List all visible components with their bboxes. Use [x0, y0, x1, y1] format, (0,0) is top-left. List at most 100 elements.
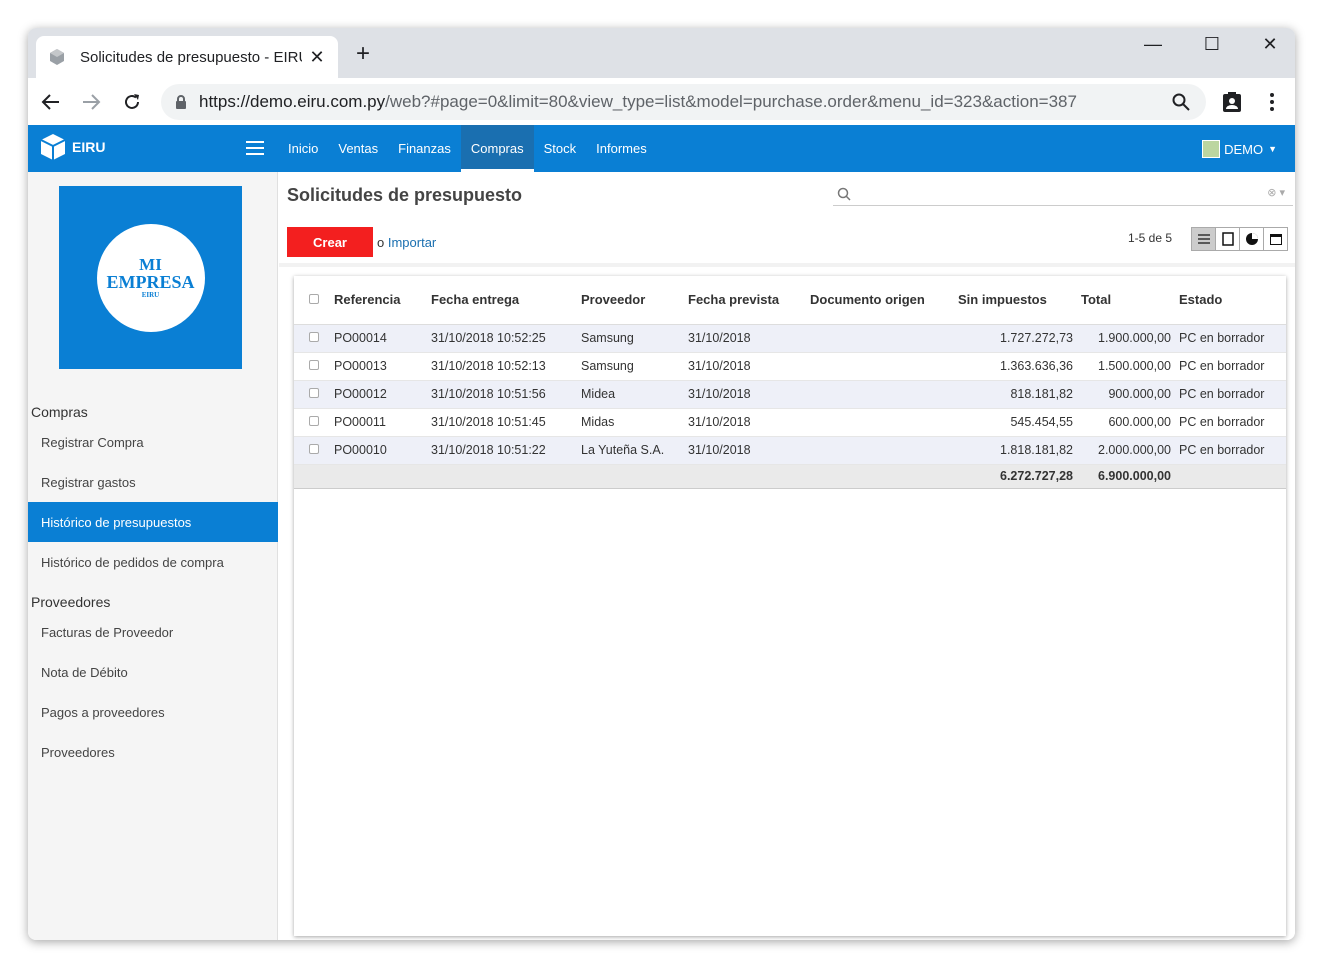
- cell-fecha-prevista: 31/10/2018: [688, 380, 810, 409]
- cell-proveedor: Samsung: [581, 352, 688, 381]
- import-prefix: o: [377, 235, 385, 250]
- hamburger-menu-icon[interactable]: [246, 141, 264, 155]
- cell-estado: PC en borrador: [1179, 380, 1286, 409]
- row-checkbox[interactable]: [294, 408, 334, 437]
- menu-inicio[interactable]: Inicio: [278, 125, 328, 172]
- form-view-icon[interactable]: [1215, 227, 1240, 251]
- row-checkbox[interactable]: [294, 324, 334, 353]
- main-content: Solicitudes de presupuesto ⊗ ▾ Crear o I…: [279, 172, 1295, 940]
- list-view: Referencia Fecha entrega Proveedor Fecha…: [294, 276, 1286, 936]
- list-view-icon[interactable]: [1191, 227, 1216, 251]
- col-documento-origen[interactable]: Documento origen: [810, 276, 958, 325]
- browser-tab[interactable]: Solicitudes de presupuesto - EIRU ✕: [36, 36, 338, 78]
- pager[interactable]: 1-5 de 5: [1128, 231, 1172, 245]
- sidebar-item-facturas-proveedor[interactable]: Facturas de Proveedor: [28, 612, 278, 652]
- close-window-icon[interactable]: ✕: [1250, 34, 1290, 55]
- caret-down-icon: ▼: [1268, 144, 1277, 154]
- cell-estado: PC en borrador: [1179, 352, 1286, 381]
- maximize-icon[interactable]: ☐: [1192, 34, 1232, 55]
- address-bar[interactable]: https://demo.eiru.com.py/web?#page=0&lim…: [161, 84, 1206, 120]
- row-checkbox[interactable]: [294, 380, 334, 409]
- sidebar-item-pagos-proveedores[interactable]: Pagos a proveedores: [28, 692, 278, 732]
- col-fecha-entrega[interactable]: Fecha entrega: [431, 276, 581, 325]
- table-header-row: Referencia Fecha entrega Proveedor Fecha…: [294, 276, 1286, 325]
- search-options-icon[interactable]: ⊗ ▾: [1267, 186, 1285, 199]
- import-link[interactable]: Importar: [388, 235, 436, 250]
- sidebar: MI EMPRESA EIRU Compras Registrar Compra…: [28, 172, 278, 940]
- lock-icon: [176, 95, 186, 109]
- total-total: 6.900.000,00: [1081, 464, 1179, 489]
- cell-documento-origen: [810, 408, 958, 437]
- browser-window: Solicitudes de presupuesto - EIRU ✕ + — …: [28, 28, 1295, 940]
- menu-stock[interactable]: Stock: [534, 125, 587, 172]
- tab-title: Solicitudes de presupuesto - EIRU: [80, 48, 302, 66]
- search-input[interactable]: ⊗ ▾: [833, 184, 1293, 206]
- new-tab-icon[interactable]: +: [356, 42, 370, 66]
- cell-estado: PC en borrador: [1179, 408, 1286, 437]
- sidebar-item-proveedores[interactable]: Proveedores: [28, 732, 278, 772]
- cell-proveedor: Midas: [581, 408, 688, 437]
- col-sin-impuestos[interactable]: Sin impuestos: [958, 276, 1081, 325]
- sidebar-item-historico-presupuestos[interactable]: Histórico de presupuestos: [28, 502, 278, 542]
- row-checkbox[interactable]: [294, 352, 334, 381]
- cell-referencia: PO00011: [334, 408, 431, 437]
- clipboard-account-icon[interactable]: [1219, 89, 1245, 115]
- cell-referencia: PO00012: [334, 380, 431, 409]
- sidebar-item-registrar-gastos[interactable]: Registrar gastos: [28, 462, 278, 502]
- table-row[interactable]: PO00014 31/10/2018 10:52:25 Samsung 31/1…: [294, 324, 1286, 353]
- table-row[interactable]: PO00013 31/10/2018 10:52:13 Samsung 31/1…: [294, 352, 1286, 381]
- sidebar-item-nota-debito[interactable]: Nota de Débito: [28, 652, 278, 692]
- brand[interactable]: EIRU: [40, 133, 105, 161]
- cell-fecha-prevista: 31/10/2018: [688, 324, 810, 353]
- create-button[interactable]: Crear: [287, 227, 373, 257]
- eiru-cube-icon: [40, 134, 66, 160]
- cell-fecha-entrega: 31/10/2018 10:51:45: [431, 408, 581, 437]
- table-row[interactable]: PO00010 31/10/2018 10:51:22 La Yuteña S.…: [294, 436, 1286, 465]
- totals-row: 6.272.727,28 6.900.000,00: [294, 464, 1286, 489]
- sidebar-item-historico-pedidos[interactable]: Histórico de pedidos de compra: [28, 542, 278, 582]
- menu-finanzas[interactable]: Finanzas: [388, 125, 461, 172]
- cell-total: 900.000,00: [1081, 380, 1179, 409]
- zoom-search-icon[interactable]: [1168, 89, 1194, 115]
- col-fecha-prevista[interactable]: Fecha prevista: [688, 276, 810, 325]
- table-row[interactable]: PO00012 31/10/2018 10:51:56 Midea 31/10/…: [294, 380, 1286, 409]
- cell-fecha-entrega: 31/10/2018 10:52:25: [431, 324, 581, 353]
- cell-fecha-prevista: 31/10/2018: [688, 352, 810, 381]
- calendar-view-icon[interactable]: [1263, 227, 1288, 251]
- logo-line1: MI: [139, 255, 162, 274]
- graph-view-icon[interactable]: [1239, 227, 1264, 251]
- col-total[interactable]: Total: [1081, 276, 1179, 325]
- cell-documento-origen: [810, 352, 958, 381]
- cell-fecha-entrega: 31/10/2018 10:52:13: [431, 352, 581, 381]
- cell-sin-impuestos: 1.727.272,73: [958, 324, 1081, 353]
- cell-referencia: PO00013: [334, 352, 431, 381]
- header-divider: [279, 263, 1295, 267]
- col-proveedor[interactable]: Proveedor: [581, 276, 688, 325]
- avatar: [1202, 140, 1221, 158]
- menu-compras[interactable]: Compras: [460, 125, 534, 172]
- main-menu: Inicio Ventas Finanzas Compras Stock Inf…: [278, 125, 657, 172]
- row-checkbox[interactable]: [294, 436, 334, 465]
- select-all-checkbox[interactable]: [294, 276, 334, 325]
- url-text: https://demo.eiru.com.py/web?#page=0&lim…: [199, 92, 1077, 111]
- back-icon[interactable]: [38, 89, 64, 115]
- sidebar-item-registrar-compra[interactable]: Registrar Compra: [28, 422, 278, 462]
- user-menu[interactable]: DEMO ▼: [1202, 140, 1277, 158]
- sidebar-section-proveedores: Proveedores: [31, 594, 111, 610]
- app-navbar: EIRU Inicio Ventas Finanzas Compras Stoc…: [28, 125, 1295, 172]
- forward-icon[interactable]: [78, 89, 104, 115]
- tab-close-icon[interactable]: ✕: [308, 47, 326, 68]
- cell-total: 2.000.000,00: [1081, 436, 1179, 465]
- cell-total: 600.000,00: [1081, 408, 1179, 437]
- purchase-table: Referencia Fecha entrega Proveedor Fecha…: [294, 276, 1286, 489]
- menu-ventas[interactable]: Ventas: [328, 125, 388, 172]
- minimize-icon[interactable]: —: [1133, 34, 1173, 55]
- kebab-menu-icon[interactable]: [1259, 89, 1285, 115]
- col-estado[interactable]: Estado: [1179, 276, 1286, 325]
- table-row[interactable]: PO00011 31/10/2018 10:51:45 Midas 31/10/…: [294, 408, 1286, 437]
- reload-icon[interactable]: [119, 89, 145, 115]
- menu-informes[interactable]: Informes: [586, 125, 657, 172]
- col-referencia[interactable]: Referencia: [334, 276, 431, 325]
- cell-proveedor: La Yuteña S.A.: [581, 436, 688, 465]
- page-title: Solicitudes de presupuesto: [287, 185, 523, 205]
